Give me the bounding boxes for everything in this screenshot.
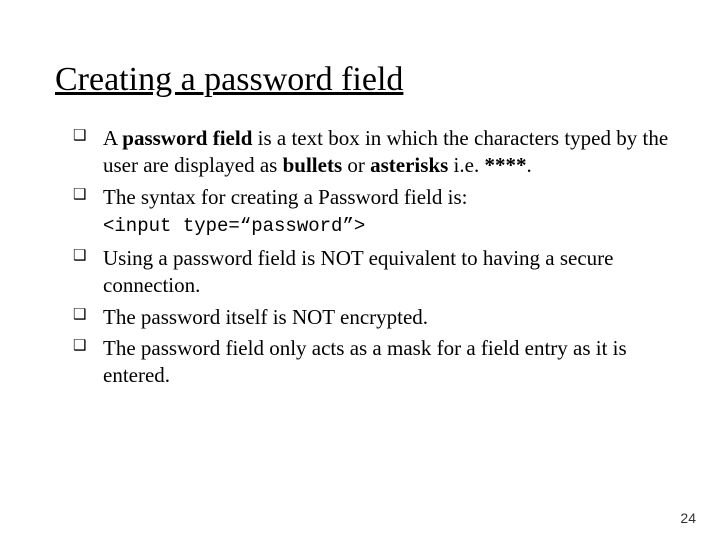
- bullet-item-3: Using a password field is NOT equivalent…: [73, 245, 670, 300]
- bullet-item-2: The syntax for creating a Password field…: [73, 184, 670, 211]
- text: or: [342, 153, 370, 177]
- code-snippet: <input type=“password”>: [103, 215, 670, 237]
- bold-text: bullets: [283, 153, 343, 177]
- text: A: [103, 126, 122, 150]
- bullet-item-1: A password field is a text box in which …: [73, 125, 670, 180]
- bullet-item-4: The password itself is NOT encrypted.: [73, 304, 670, 331]
- bullet-item-5: The password field only acts as a mask f…: [73, 335, 670, 390]
- bold-text: password field: [122, 126, 252, 150]
- text: .: [526, 153, 531, 177]
- bullet-list-2: Using a password field is NOT equivalent…: [73, 245, 670, 389]
- slide: Creating a password field A password fie…: [0, 0, 720, 540]
- page-number: 24: [680, 510, 696, 526]
- slide-title: Creating a password field: [55, 60, 670, 99]
- bold-text: ****: [484, 153, 526, 177]
- bold-text: asterisks: [370, 153, 448, 177]
- text: i.e.: [448, 153, 484, 177]
- bullet-list: A password field is a text box in which …: [73, 125, 670, 211]
